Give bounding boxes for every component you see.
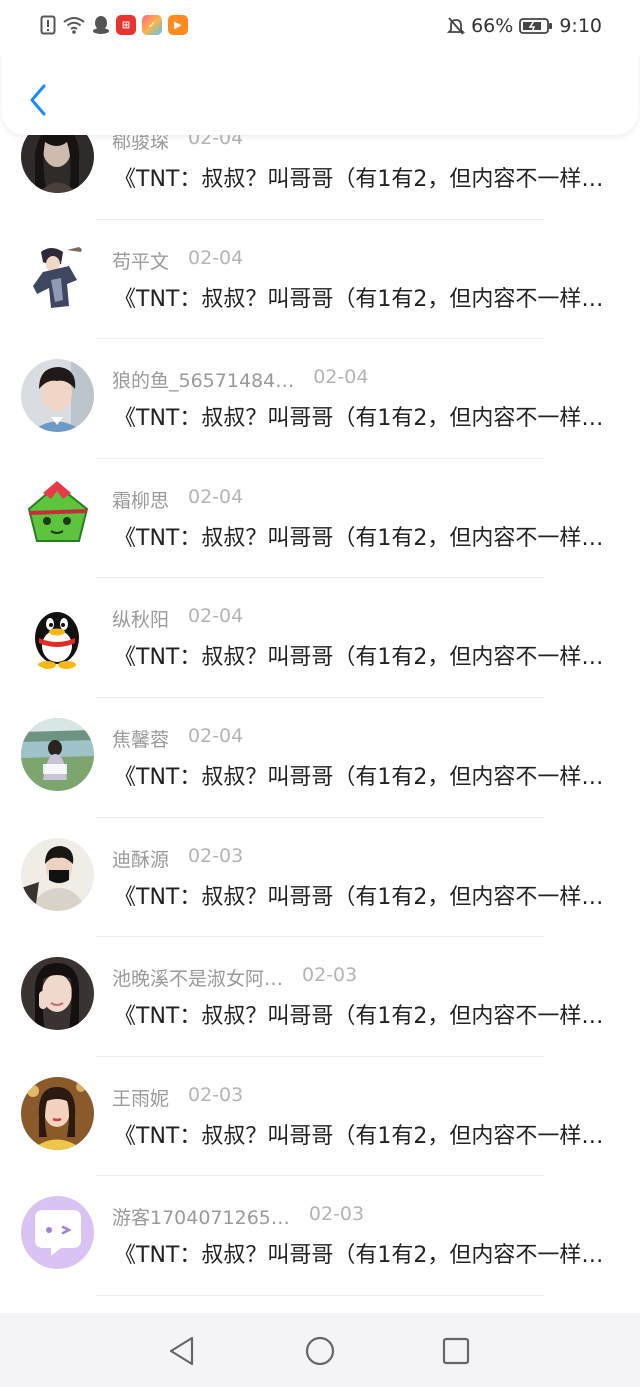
user-name[interactable]: 霜柳思 (112, 486, 169, 513)
comment-text[interactable]: 《TNT：叔叔？叫哥哥（有1有2，但内容不一样）》 (114, 1237, 610, 1269)
mute-icon (447, 16, 466, 36)
comment-text[interactable]: 《TNT：叔叔？叫哥哥（有1有2，但内容不一样）》 (114, 161, 610, 193)
tasks-app-icon: ✓ (142, 15, 162, 35)
list-item[interactable]: 狼的鱼_56571484… 02-04 《TNT：叔叔？叫哥哥（有1有2，但内容… (0, 339, 640, 459)
comment-date: 02-04 (313, 366, 369, 389)
square-recents-icon (442, 1337, 470, 1365)
comment-date: 02-03 (302, 964, 358, 987)
avatar[interactable] (21, 717, 94, 791)
nav-home-button[interactable] (300, 1331, 340, 1371)
avatar[interactable] (21, 478, 94, 552)
user-name[interactable]: 池晚溪不是淑女阿… (112, 964, 283, 991)
user-name[interactable]: 迪酥源 (112, 845, 169, 872)
comment-meta: 纵秋阳 02-04 (112, 605, 243, 632)
comment-meta: 迪酥源 02-03 (112, 845, 243, 872)
comment-text[interactable]: 《TNT：叔叔？叫哥哥（有1有2，但内容不一样）》 (114, 998, 610, 1030)
system-nav-bar (0, 1313, 640, 1387)
comment-date: 02-04 (188, 485, 244, 508)
battery-icon (519, 16, 553, 36)
avatar[interactable] (21, 1196, 94, 1270)
avatar[interactable] (21, 598, 94, 672)
nav-back-button[interactable] (162, 1331, 202, 1371)
list-item[interactable]: 游客1704071265… 02-03 《TNT：叔叔？叫哥哥（有1有2，但内容… (0, 1176, 640, 1296)
comment-text[interactable]: 《TNT：叔叔？叫哥哥（有1有2，但内容不一样）》 (114, 639, 610, 671)
back-button[interactable] (20, 80, 56, 120)
comment-date: 02-03 (188, 1083, 244, 1106)
user-name[interactable]: 苟平文 (112, 247, 169, 274)
list-item[interactable]: 苟平文 02-04 《TNT：叔叔？叫哥哥（有1有2，但内容不一样）》 (0, 220, 640, 340)
nav-recents-button[interactable] (436, 1331, 476, 1371)
user-name[interactable]: 游客1704071265… (112, 1203, 290, 1230)
comment-meta: 焦馨蓉 02-04 (112, 725, 243, 752)
comment-meta: 苟平文 02-04 (112, 247, 243, 274)
wifi-icon (62, 15, 86, 35)
chevron-left-icon (30, 84, 46, 116)
list-item[interactable]: 焦馨蓉 02-04 《TNT：叔叔？叫哥哥（有1有2，但内容不一样）》 (0, 698, 640, 818)
comment-text[interactable]: 《TNT：叔叔？叫哥哥（有1有2，但内容不一样）》 (114, 520, 610, 552)
comment-date: 02-03 (308, 1203, 365, 1226)
user-name[interactable]: 焦馨蓉 (112, 725, 169, 752)
battery-percent: 66% (471, 15, 514, 37)
comment-text[interactable]: 《TNT：叔叔？叫哥哥（有1有2，但内容不一样）》 (114, 400, 610, 432)
qq-notify-icon (92, 15, 110, 35)
status-right: 66% 9:10 (447, 15, 602, 37)
avatar[interactable] (21, 837, 94, 911)
comment-text[interactable]: 《TNT：叔叔？叫哥哥（有1有2，但内容不一样）》 (114, 879, 610, 911)
comment-meta: 狼的鱼_56571484… 02-04 (112, 366, 368, 393)
list-item[interactable]: 迪酥源 02-03 《TNT：叔叔？叫哥哥（有1有2，但内容不一样）》 (0, 818, 640, 938)
comment-text[interactable]: 《TNT：叔叔？叫哥哥（有1有2，但内容不一样）》 (114, 281, 610, 313)
clock: 9:10 (559, 15, 602, 37)
list-item[interactable]: 王雨妮 02-03 《TNT：叔叔？叫哥哥（有1有2，但内容不一样）》 (0, 1057, 640, 1177)
status-left-icons: ⊞ ✓ ▶ (40, 15, 188, 35)
comment-text[interactable]: 《TNT：叔叔？叫哥哥（有1有2，但内容不一样）》 (114, 1118, 610, 1150)
comment-meta: 池晚溪不是淑女阿… 02-03 (112, 964, 357, 991)
avatar[interactable] (21, 359, 94, 433)
avatar[interactable] (21, 239, 94, 313)
user-name[interactable]: 纵秋阳 (112, 605, 169, 632)
triangle-back-icon (169, 1336, 194, 1366)
list-item[interactable]: 池晚溪不是淑女阿… 02-03 《TNT：叔叔？叫哥哥（有1有2，但内容不一样）… (0, 937, 640, 1057)
shop-app-icon: ⊞ (116, 15, 136, 35)
user-name[interactable]: 狼的鱼_56571484… (112, 366, 294, 393)
circle-home-icon (305, 1336, 335, 1366)
comment-text[interactable]: 《TNT：叔叔？叫哥哥（有1有2，但内容不一样）》 (114, 759, 610, 791)
divider (96, 1294, 544, 1296)
status-bar: ⊞ ✓ ▶ 66% 9:10 (0, 0, 640, 56)
list-item[interactable]: 霜柳思 02-04 《TNT：叔叔？叫哥哥（有1有2，但内容不一样）》 (0, 459, 640, 579)
comment-date: 02-04 (188, 605, 244, 628)
avatar[interactable] (21, 957, 94, 1031)
comment-date: 02-03 (188, 844, 244, 867)
comment-list: 郗骏琛 02-04 《TNT：叔叔？叫哥哥（有1有2，但内容不一样）》 苟平文 … (0, 100, 640, 1296)
video-app-icon: ▶ (168, 15, 188, 35)
sim-alert-icon (40, 15, 56, 35)
comment-meta: 霜柳思 02-04 (112, 486, 243, 513)
comment-meta: 王雨妮 02-03 (112, 1084, 243, 1111)
user-name[interactable]: 王雨妮 (112, 1084, 169, 1111)
list-item[interactable]: 纵秋阳 02-04 《TNT：叔叔？叫哥哥（有1有2，但内容不一样）》 (0, 578, 640, 698)
comment-date: 02-04 (188, 724, 244, 747)
comment-date: 02-04 (188, 246, 244, 269)
comment-meta: 游客1704071265… 02-03 (112, 1203, 364, 1230)
avatar[interactable] (21, 1076, 94, 1150)
